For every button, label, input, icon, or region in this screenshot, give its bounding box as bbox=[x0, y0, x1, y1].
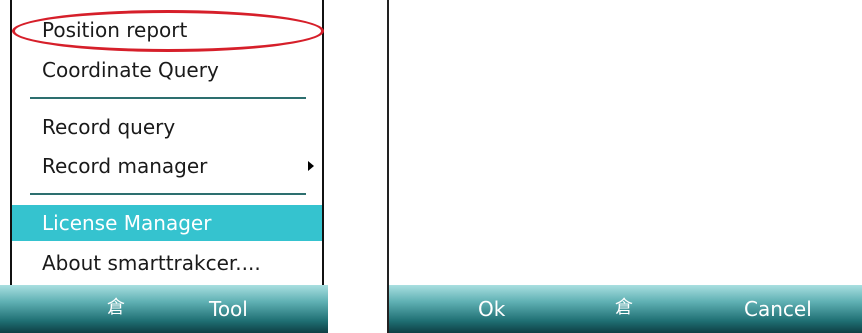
ok-softkey[interactable]: Ok bbox=[478, 298, 505, 320]
cancel-softkey[interactable]: Cancel bbox=[744, 298, 812, 320]
menu-item-label: Record manager bbox=[42, 154, 208, 178]
menu-item-record-query[interactable]: Record query bbox=[12, 109, 322, 145]
menu-item-license-manager[interactable]: License Manager bbox=[12, 205, 322, 241]
tool-menu: Position report Coordinate Query Record … bbox=[10, 0, 324, 285]
menu-item-label: Coordinate Query bbox=[42, 58, 219, 82]
menu-item-label: License Manager bbox=[42, 211, 212, 235]
menu-item-about[interactable]: About smarttrakcer.... bbox=[12, 245, 322, 281]
keyboard-icon[interactable]: 倉 bbox=[613, 297, 635, 319]
left-phone-screen: Position report Coordinate Query Record … bbox=[0, 0, 328, 333]
left-softkey-bar: 倉 Tool bbox=[0, 285, 328, 333]
menu-item-label: Position report bbox=[42, 18, 188, 42]
menu-item-coordinate-query[interactable]: Coordinate Query bbox=[12, 52, 322, 88]
menu-divider bbox=[30, 193, 306, 195]
submenu-arrow-icon bbox=[308, 161, 314, 171]
menu-item-label: Record query bbox=[42, 115, 176, 139]
menu-item-position-report[interactable]: Position report bbox=[12, 12, 322, 48]
menu-item-record-manager[interactable]: Record manager bbox=[12, 148, 322, 184]
menu-item-label: About smarttrakcer.... bbox=[42, 251, 261, 275]
tool-softkey[interactable]: Tool bbox=[209, 298, 248, 320]
right-phone-screen: Ok 倉 Cancel bbox=[387, 0, 862, 333]
menu-divider bbox=[30, 97, 306, 99]
keyboard-icon[interactable]: 倉 bbox=[105, 297, 127, 319]
right-softkey-bar: Ok 倉 Cancel bbox=[389, 285, 862, 333]
